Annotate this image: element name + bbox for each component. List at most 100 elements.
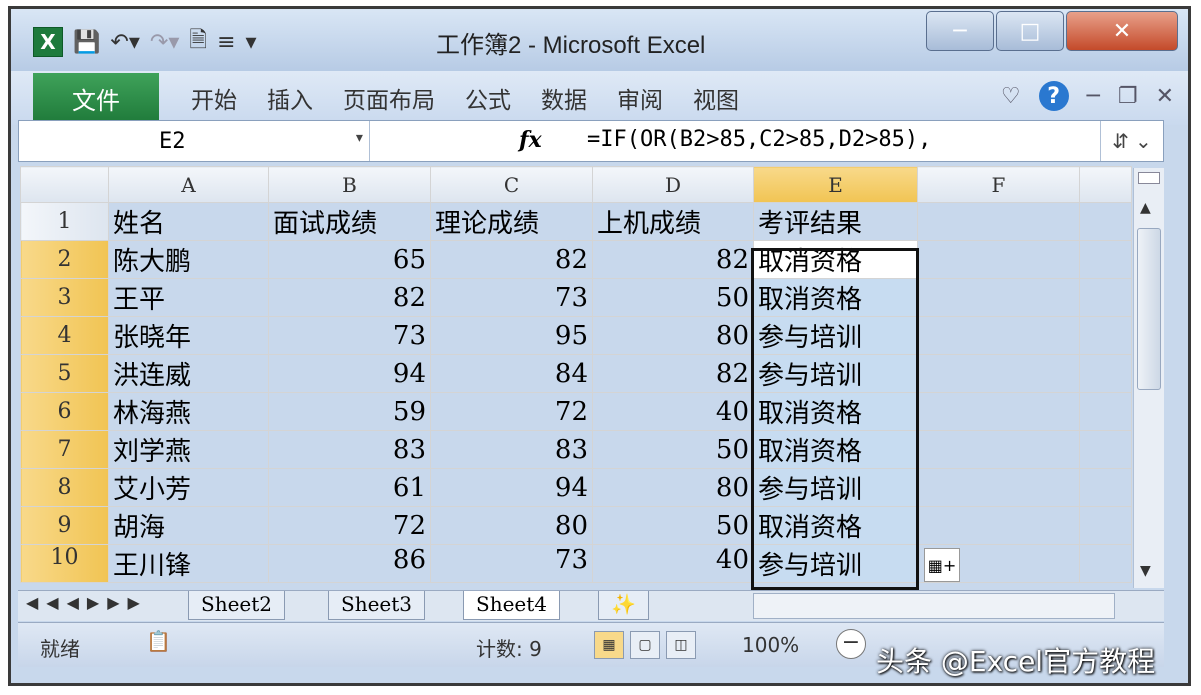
cell[interactable]: 65 (268, 240, 431, 279)
formula-input[interactable]: =IF(OR(B2>85,C2>85,D2>85), (587, 127, 931, 152)
tab-insert[interactable]: 插入 (267, 81, 313, 115)
column-header[interactable] (1079, 166, 1132, 203)
row-header[interactable]: 3 (20, 278, 109, 317)
cell[interactable]: 86 (268, 544, 431, 583)
cell[interactable]: 刘学燕 (108, 430, 269, 469)
excel-app-icon[interactable]: X (33, 27, 63, 57)
cell[interactable] (917, 316, 1080, 355)
new-document-icon[interactable]: 🗎 (189, 23, 207, 61)
macro-record-icon[interactable]: 📋 (146, 629, 171, 653)
column-header[interactable]: C (430, 166, 593, 203)
cell[interactable]: 王平 (108, 278, 269, 317)
spin-arrows-icon[interactable]: ⇵ (1112, 129, 1129, 153)
cell[interactable] (917, 392, 1080, 431)
cell[interactable] (917, 430, 1080, 469)
column-header[interactable]: E (753, 166, 918, 203)
sheet-nav-arrows-icon[interactable]: ◀◀◀▶▶▶ (26, 593, 148, 612)
row-header[interactable]: 2 (20, 240, 109, 279)
cell[interactable]: 82 (430, 240, 593, 279)
auto-fill-options-icon[interactable]: ▦+ (924, 548, 960, 582)
tab-formulas[interactable]: 公式 (465, 81, 511, 115)
close-workbook-icon[interactable]: ✕ (1156, 84, 1174, 109)
customize-qat-icon[interactable]: ▾ (246, 30, 257, 55)
tab-page-layout[interactable]: 页面布局 (343, 81, 435, 115)
column-header[interactable]: F (917, 166, 1080, 203)
cell[interactable]: 73 (268, 316, 431, 355)
cell[interactable] (1079, 544, 1132, 583)
select-all-corner[interactable] (20, 166, 109, 203)
undo-icon[interactable]: ↶▾ (110, 30, 139, 55)
insert-sheet-icon[interactable]: ✨ (598, 591, 649, 620)
cell[interactable] (917, 506, 1080, 545)
close-button[interactable]: ✕ (1066, 11, 1178, 51)
cell[interactable]: 72 (268, 506, 431, 545)
cell[interactable] (917, 278, 1080, 317)
cell[interactable] (1079, 468, 1132, 507)
cell[interactable]: 陈大鹏 (108, 240, 269, 279)
row-header[interactable]: 10 (20, 544, 109, 583)
help-icon[interactable]: ? (1038, 81, 1069, 111)
cell[interactable]: 40 (592, 392, 754, 431)
cell[interactable]: 84 (430, 354, 593, 393)
save-icon[interactable]: 💾 (73, 30, 100, 55)
row-header[interactable]: 1 (20, 202, 109, 241)
row-header[interactable]: 5 (20, 354, 109, 393)
sheet-tab[interactable]: Sheet3 (328, 591, 426, 620)
cell[interactable]: 59 (268, 392, 431, 431)
cell[interactable]: 胡海 (108, 506, 269, 545)
cell[interactable] (1079, 278, 1132, 317)
cell[interactable]: 50 (592, 430, 754, 469)
cell[interactable] (1079, 240, 1132, 279)
column-header[interactable]: A (108, 166, 269, 203)
cell[interactable]: 取消资格 (753, 278, 918, 317)
cell[interactable]: 83 (430, 430, 593, 469)
cell[interactable]: 王川锋 (108, 544, 269, 583)
split-handle-icon[interactable] (1138, 172, 1160, 184)
vertical-scrollbar[interactable]: ▲ ▼ (1133, 168, 1164, 588)
tab-data[interactable]: 数据 (541, 81, 587, 115)
cell[interactable]: 参与培训 (753, 354, 918, 393)
cell[interactable] (1079, 392, 1132, 431)
cell[interactable]: 80 (592, 468, 754, 507)
scroll-down-icon[interactable]: ▼ (1140, 563, 1151, 579)
row-header[interactable]: 9 (20, 506, 109, 545)
cell[interactable]: 参与培训 (753, 468, 918, 507)
cell[interactable]: 林海燕 (108, 392, 269, 431)
cell[interactable]: 50 (592, 506, 754, 545)
cell[interactable]: 94 (430, 468, 593, 507)
horizontal-scrollbar[interactable] (753, 593, 1115, 619)
page-break-view-icon[interactable]: ◫ (666, 631, 696, 659)
zoom-level[interactable]: 100% (742, 633, 799, 657)
cell[interactable] (1079, 430, 1132, 469)
file-tab[interactable]: 文件 (33, 73, 159, 123)
expand-chevron-icon[interactable]: ⌄ (1135, 129, 1152, 153)
maximize-button[interactable]: □ (996, 11, 1064, 51)
cell[interactable]: 95 (430, 316, 593, 355)
cell[interactable]: 考评结果 (753, 202, 918, 241)
tab-home[interactable]: 开始 (191, 81, 237, 115)
cell[interactable]: 张晓年 (108, 316, 269, 355)
cell[interactable]: 艾小芳 (108, 468, 269, 507)
column-header[interactable]: D (592, 166, 754, 203)
scroll-up-icon[interactable]: ▲ (1140, 200, 1151, 216)
cell[interactable]: 40 (592, 544, 754, 583)
cell[interactable] (1079, 202, 1132, 241)
cell[interactable] (917, 468, 1080, 507)
row-header[interactable]: 4 (20, 316, 109, 355)
chevron-down-icon[interactable]: ▾ (354, 127, 365, 148)
cell[interactable]: 82 (268, 278, 431, 317)
name-box[interactable]: E2 ▾ (19, 121, 370, 161)
cell[interactable] (917, 202, 1080, 241)
cell[interactable]: 72 (430, 392, 593, 431)
cell[interactable]: 73 (430, 544, 593, 583)
insert-function-icon[interactable]: fx (519, 127, 542, 153)
formula-bar-expand[interactable]: ⇵ ⌄ (1100, 121, 1163, 161)
scroll-thumb[interactable] (1137, 228, 1161, 390)
align-icon[interactable]: ≡ (217, 30, 235, 55)
cell[interactable]: 上机成绩 (592, 202, 754, 241)
tab-review[interactable]: 审阅 (617, 81, 663, 115)
cell[interactable] (917, 240, 1080, 279)
cell[interactable]: 理论成绩 (430, 202, 593, 241)
minimize-ribbon-icon[interactable]: ♡ (1001, 84, 1021, 109)
cell[interactable]: 83 (268, 430, 431, 469)
